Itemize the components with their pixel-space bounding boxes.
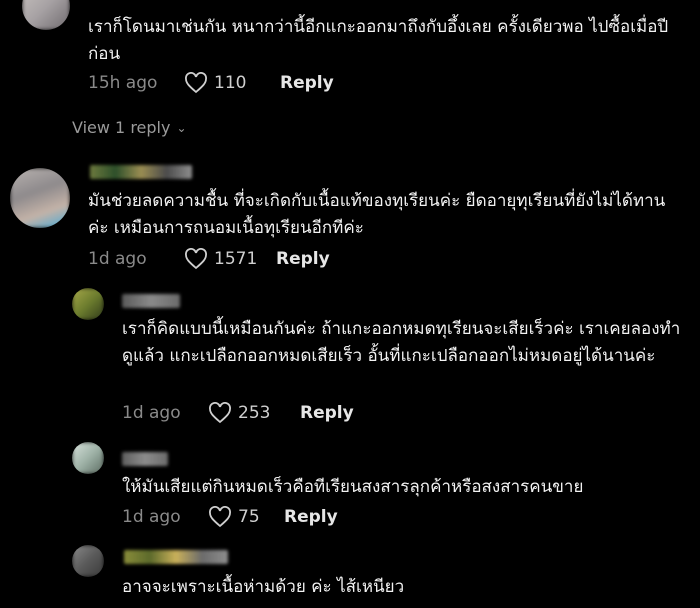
comment-text: อาจจะเพราะเนื้อห่ามด้วย ค่ะ ไส้เหนียว (122, 577, 405, 597)
username-redacted (122, 452, 168, 466)
like-button[interactable]: 75 (208, 506, 282, 528)
heart-outline-icon (185, 248, 207, 270)
view-replies-label: View 1 reply (72, 118, 171, 137)
avatar[interactable] (72, 288, 104, 320)
like-count: 110 (214, 73, 247, 93)
reply-button[interactable]: Reply (276, 249, 330, 269)
username-redacted (124, 550, 228, 564)
comment-timestamp: 1d ago (122, 507, 181, 527)
comment-meta: 1d ago 75 Reply (122, 506, 338, 528)
reply-button[interactable]: Reply (280, 73, 334, 93)
comment-timestamp: 1d ago (88, 249, 147, 269)
like-button[interactable]: 1571 (184, 248, 274, 270)
like-count: 75 (238, 507, 260, 527)
username-redacted (90, 165, 192, 179)
comment-text: เราก็โดนมาเช่นกัน หนากว่านี้อีกแกะออกมาถ… (88, 17, 669, 64)
view-replies-button[interactable]: View 1 reply ⌄ (72, 118, 187, 137)
reply-button[interactable]: Reply (284, 507, 338, 527)
comment-timestamp: 15h ago (88, 73, 158, 93)
comment-meta: 1d ago 1571 Reply (88, 248, 330, 270)
like-button[interactable]: 253 (208, 402, 298, 424)
comment-meta: 15h ago 110 Reply (88, 72, 334, 94)
comment-text: เราก็คิดแบบนี้เหมือนกันค่ะ ถ้าแกะออกหมดท… (122, 319, 681, 366)
username-redacted (122, 294, 180, 308)
comment-text: มันช่วยลดความชื้น ที่จะเกิดกับเนื้อแท้ขอ… (88, 191, 666, 238)
comment-text: ให้มันเสียแต่กินหมดเร็วคือทีเรียนสงสารลุ… (122, 477, 584, 497)
heart-outline-icon (185, 72, 207, 94)
avatar[interactable] (22, 0, 70, 30)
reply-button[interactable]: Reply (300, 403, 354, 423)
like-count: 1571 (214, 249, 258, 269)
comment-meta: 1d ago 253 Reply (122, 402, 354, 424)
heart-outline-icon (209, 506, 231, 528)
avatar[interactable] (72, 442, 104, 474)
comment-timestamp: 1d ago (122, 403, 181, 423)
avatar[interactable] (72, 545, 104, 577)
chevron-down-icon: ⌄ (176, 120, 187, 135)
avatar[interactable] (10, 168, 70, 228)
like-count: 253 (238, 403, 271, 423)
like-button[interactable]: 110 (184, 72, 264, 94)
heart-outline-icon (209, 402, 231, 424)
